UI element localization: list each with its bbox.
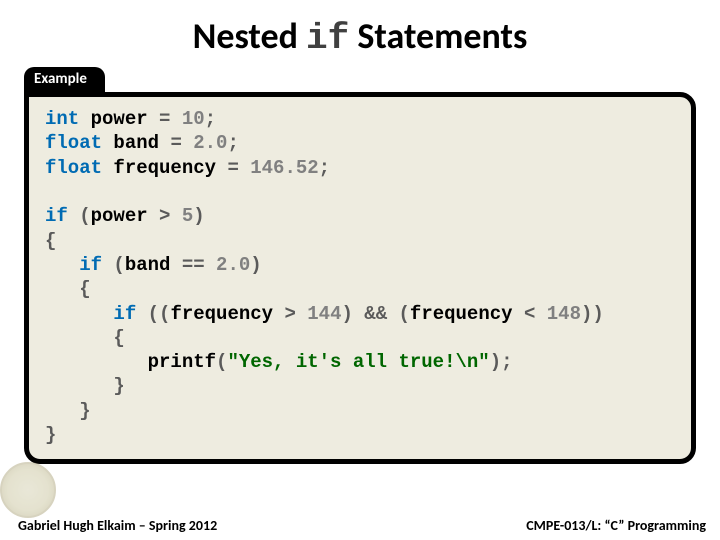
page-title: Nested if Statements — [0, 0, 720, 67]
title-post: Statements — [349, 14, 527, 58]
title-pre: Nested — [193, 14, 306, 58]
seal-icon — [0, 462, 56, 518]
footer-right: CMPE-013/L: “C” Programming — [526, 517, 706, 534]
example-panel: Example int power = 10; float band = 2.0… — [24, 67, 696, 464]
title-mono: if — [306, 18, 349, 59]
code-text: int — [45, 108, 79, 130]
footer: Gabriel Hugh Elkaim – Spring 2012 CMPE-0… — [0, 517, 720, 534]
code-block: int power = 10; float band = 2.0; float … — [24, 92, 696, 464]
footer-left: Gabriel Hugh Elkaim – Spring 2012 — [14, 517, 217, 534]
panel-label: Example — [24, 67, 105, 92]
